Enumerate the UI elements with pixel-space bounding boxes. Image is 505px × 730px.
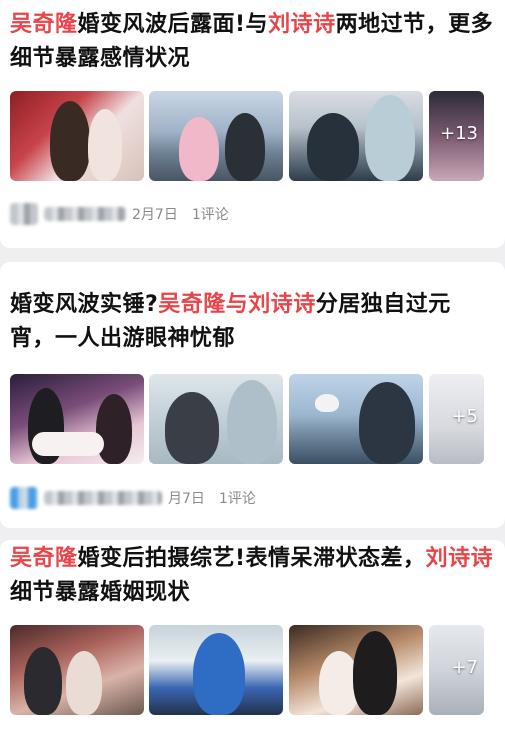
title-text: 婚变风波实锤? xyxy=(10,292,159,317)
post-date: 2月7日 xyxy=(132,207,178,223)
post-meta: 2月7日 1评论 xyxy=(10,200,229,228)
thumbnail-image[interactable] xyxy=(289,374,423,464)
card-title[interactable]: 婚变风波实锤?吴奇隆与刘诗诗分居独自过元宵，一人出游眼神忧郁 xyxy=(10,262,495,356)
author-avatar xyxy=(10,487,38,509)
comment-count[interactable]: 1评论 xyxy=(192,204,229,224)
thumbnail-image[interactable] xyxy=(289,625,423,715)
post-date: 月7日 xyxy=(168,491,205,507)
thumbnail-image[interactable] xyxy=(10,374,144,464)
author-name xyxy=(44,491,162,505)
author-name xyxy=(44,207,126,221)
title-highlight-name: 吴奇隆 xyxy=(10,12,78,37)
feed-card-1[interactable]: 吴奇隆婚变风波后露面!与刘诗诗两地过节，更多细节暴露感情状况 +13 2月7日 … xyxy=(0,0,505,248)
more-images-count: +5 xyxy=(451,406,478,427)
thumbnail-image[interactable] xyxy=(289,91,423,181)
title-highlight-name: 刘诗诗 xyxy=(268,12,336,37)
title-text: 婚变风波后露面!与 xyxy=(77,12,269,37)
thumbnail-image-more[interactable]: +5 xyxy=(429,374,484,464)
card-title[interactable]: 吴奇隆婚变后拍摄综艺!表情呆滞状态差，刘诗诗细节暴露婚姻现状 xyxy=(10,540,495,610)
feed-card-2[interactable]: 婚变风波实锤?吴奇隆与刘诗诗分居独自过元宵，一人出游眼神忧郁 +5 月7日 1评… xyxy=(0,262,505,528)
thumbnail-image[interactable] xyxy=(149,625,283,715)
comment-count[interactable]: 1评论 xyxy=(219,488,256,508)
thumbnail-image-more[interactable]: +13 xyxy=(429,91,484,181)
more-images-count: +13 xyxy=(440,123,478,144)
feed-card-3[interactable]: 吴奇隆婚变后拍摄综艺!表情呆滞状态差，刘诗诗细节暴露婚姻现状 +7 xyxy=(0,540,505,730)
title-highlight-name: 刘诗诗 xyxy=(425,546,494,571)
thumbnail-image[interactable] xyxy=(10,625,144,715)
author-avatar xyxy=(10,203,38,225)
title-highlight-name: 吴奇隆 xyxy=(10,546,78,571)
title-text: 婚变后拍摄综艺!表情呆滞状态差， xyxy=(77,546,426,571)
thumbnail-image-more[interactable]: +7 xyxy=(429,625,484,715)
card-title[interactable]: 吴奇隆婚变风波后露面!与刘诗诗两地过节，更多细节暴露感情状况 xyxy=(10,0,495,76)
title-highlight-name: 吴奇隆与刘诗诗 xyxy=(158,292,316,317)
title-text: 细节暴露婚姻现状 xyxy=(10,580,191,605)
more-images-count: +7 xyxy=(451,657,478,678)
thumbnail-image[interactable] xyxy=(149,374,283,464)
post-meta: 月7日 1评论 xyxy=(10,484,256,512)
thumbnail-image[interactable] xyxy=(10,91,144,181)
thumbnail-image[interactable] xyxy=(149,91,283,181)
